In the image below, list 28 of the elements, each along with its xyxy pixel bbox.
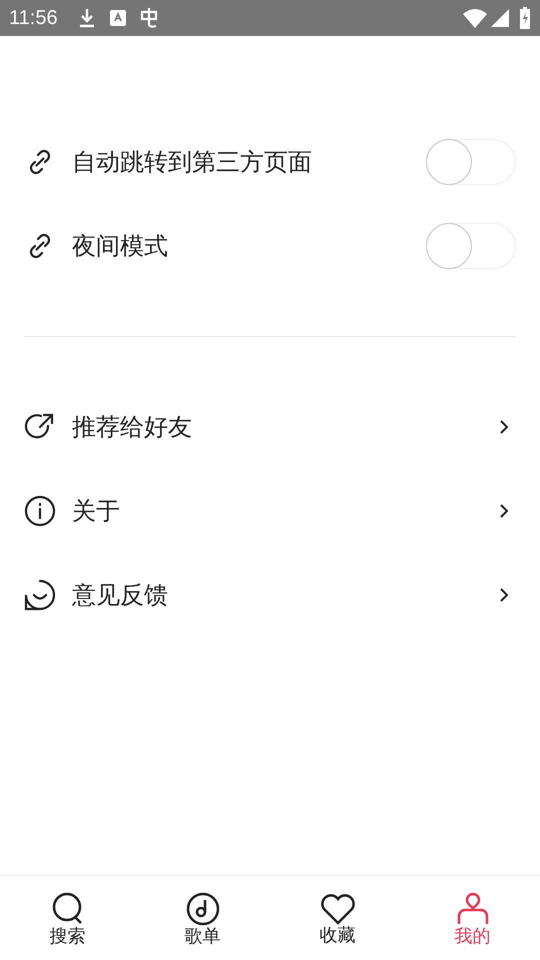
smile-bubble-icon xyxy=(24,579,56,611)
signal-icon xyxy=(491,9,509,27)
info-icon xyxy=(24,495,56,527)
menu-label: 推荐给好友 xyxy=(72,412,193,443)
wifi-icon xyxy=(463,8,487,28)
setting-label: 自动跳转到第三方页面 xyxy=(72,147,313,178)
battery-icon xyxy=(519,7,531,29)
menu-item[interactable]: 关于 xyxy=(24,469,516,553)
clock: 11:56 xyxy=(9,6,58,31)
toggle-switch[interactable] xyxy=(426,223,516,269)
music-disc-icon xyxy=(186,892,220,926)
tab[interactable]: 收藏 xyxy=(270,876,405,960)
search-icon xyxy=(50,892,84,926)
menu-item[interactable]: 意见反馈 xyxy=(24,553,516,637)
menu-label: 意见反馈 xyxy=(72,580,169,611)
heart-icon xyxy=(320,893,356,925)
chevron-right-icon xyxy=(500,588,508,602)
setting-label: 夜间模式 xyxy=(72,231,169,262)
chevron-right-icon xyxy=(500,420,508,434)
menu-item[interactable]: 推荐给好友 xyxy=(24,385,516,469)
menu-label: 关于 xyxy=(72,496,121,527)
tab[interactable]: 我的 xyxy=(405,876,540,960)
chevron-right-icon xyxy=(500,504,508,518)
toggle-switch[interactable] xyxy=(426,139,516,185)
tab[interactable]: 歌单 xyxy=(135,876,270,960)
text-icon xyxy=(110,10,126,26)
tab[interactable]: 搜索 xyxy=(0,876,135,960)
download-icon xyxy=(78,8,96,28)
